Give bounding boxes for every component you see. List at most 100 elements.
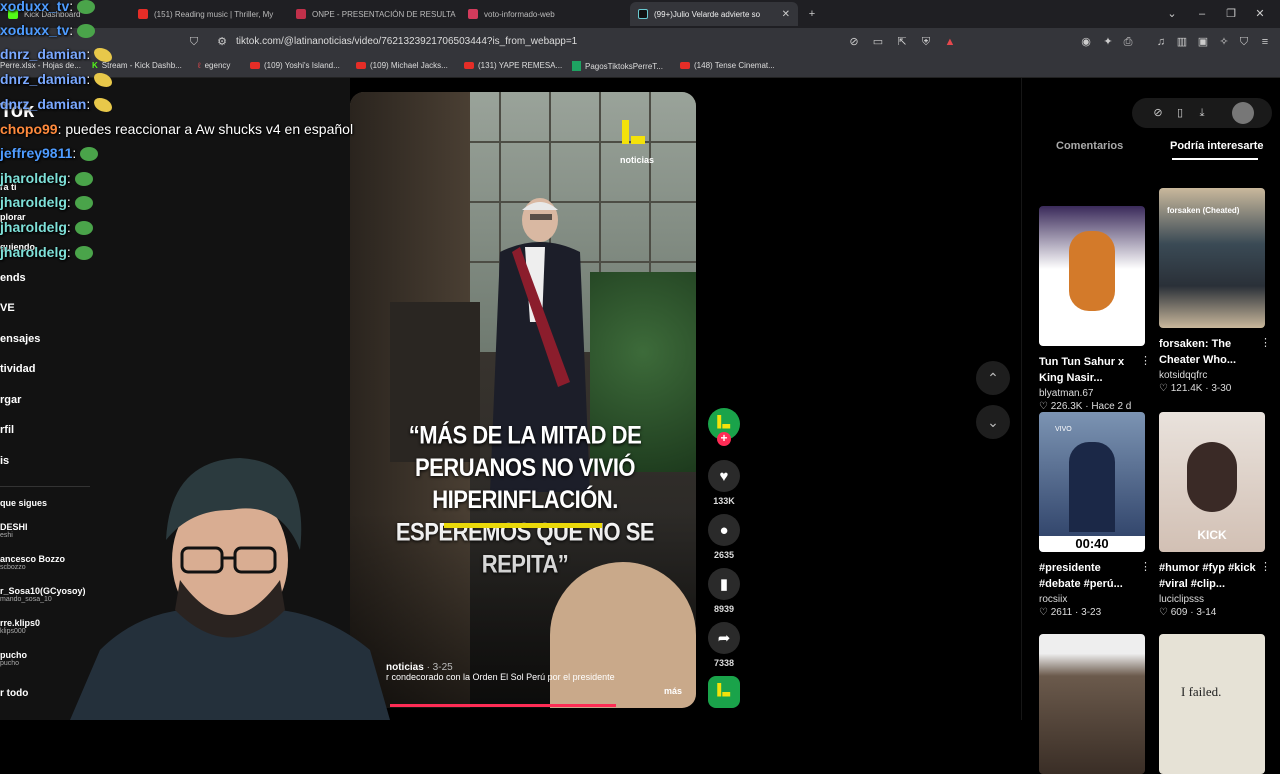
nav-live[interactable]: VE: [0, 302, 15, 314]
profile-avatar[interactable]: [1232, 102, 1254, 124]
video-thumbnail[interactable]: I failed.: [1159, 634, 1265, 774]
tab-tiktok-active[interactable]: (99+)Julio Velarde advierte so ✕: [630, 2, 798, 26]
tab-suggested[interactable]: Podría interesarte: [1170, 140, 1264, 152]
butterfly-emote-icon: [94, 98, 113, 113]
bookmark-yoshi[interactable]: (109) Yoshi's Island...: [250, 61, 340, 70]
tab-voto-informado[interactable]: voto-informado-web: [460, 2, 630, 26]
brave-shield-icon[interactable]: ⛨: [920, 36, 932, 48]
extension-eye-icon[interactable]: ◉: [1080, 36, 1092, 48]
chat-username[interactable]: xoduxx_tv: [0, 22, 69, 38]
chat-username[interactable]: dnrz_damian: [0, 46, 86, 62]
extensions-puzzle-icon[interactable]: ✦: [1102, 36, 1114, 48]
restore-icon[interactable]: ❐: [1225, 8, 1237, 20]
share-icon[interactable]: ⇱: [896, 36, 908, 48]
video-thumbnail[interactable]: KICK: [1159, 412, 1265, 552]
video-thumbnail[interactable]: [1039, 206, 1145, 346]
heart-icon[interactable]: ♥: [708, 460, 740, 492]
download-icon[interactable]: ⤓: [1196, 107, 1208, 119]
next-video-chevron-down-icon[interactable]: ⌄: [976, 405, 1010, 439]
link-icon[interactable]: ⊘: [1152, 107, 1164, 119]
cast-icon[interactable]: ▭: [872, 36, 884, 48]
bookmark-perre-xlsx[interactable]: Perre.xlsx - Hojas de...: [0, 61, 81, 70]
more-options-icon[interactable]: ⋮: [1140, 354, 1151, 367]
music-disc-icon[interactable]: [708, 676, 740, 708]
bookmark-tense[interactable]: (148) Tense Cinemat...: [680, 61, 775, 70]
vpn-shield-icon[interactable]: ⛉: [1238, 36, 1250, 48]
no-tracking-icon[interactable]: ⊘: [848, 36, 860, 48]
previous-video-chevron-up-icon[interactable]: ⌃: [976, 361, 1010, 395]
suggested-video-card[interactable]: I failed.: [1159, 634, 1265, 774]
tab-reading-music[interactable]: (151) Reading music | Thriller, My: [130, 2, 280, 26]
share-arrow-icon[interactable]: ➦: [708, 622, 740, 654]
sidebar-toggle-icon[interactable]: ▥: [1176, 36, 1188, 48]
video-progress-bar[interactable]: [390, 704, 616, 707]
rewards-icon[interactable]: ▲: [944, 36, 956, 48]
creator-avatar[interactable]: +: [708, 408, 740, 454]
follow-plus-icon[interactable]: +: [717, 432, 731, 446]
bookmark-yape[interactable]: (131) YAPE REMESA...: [464, 61, 562, 70]
more-options-icon[interactable]: ⋮: [1260, 560, 1271, 573]
following-item[interactable]: rre.klips0 klips000: [0, 618, 40, 635]
suggested-video-card[interactable]: VIVO 00:40 #presidente #debate #perú... …: [1039, 412, 1151, 618]
tab-comments[interactable]: Comentarios: [1056, 140, 1123, 152]
chat-username[interactable]: jharoldelg: [0, 170, 67, 186]
chat-username[interactable]: dnrz_damian: [0, 71, 86, 87]
suggested-video-card[interactable]: forsaken (Cheated) forsaken: The Cheater…: [1159, 188, 1271, 394]
close-tab-icon[interactable]: ✕: [782, 9, 790, 20]
screenshot-icon[interactable]: ⎙: [1122, 36, 1134, 48]
chat-username[interactable]: xoduxx_tv: [0, 0, 69, 14]
more-options-icon[interactable]: ⋮: [1140, 560, 1151, 573]
chat-username[interactable]: chopo99: [0, 121, 58, 137]
video-thumbnail[interactable]: [1039, 634, 1145, 774]
bookmark-michael[interactable]: (109) Michael Jacks...: [356, 61, 448, 70]
sound-disc[interactable]: [708, 676, 740, 708]
video-player[interactable]: noticias “MÁS DE LA MITAD DE PERUANOS NO…: [350, 92, 696, 708]
like-action[interactable]: ♥ 133K: [708, 460, 740, 506]
close-window-icon[interactable]: ✕: [1254, 8, 1266, 20]
bookmark-icon[interactable]: ⛉: [188, 36, 200, 48]
caption-more-link[interactable]: más: [664, 686, 682, 696]
site-info-icon[interactable]: ⚙: [216, 36, 228, 48]
nav-messages[interactable]: ensajes: [0, 333, 40, 345]
nav-profile[interactable]: rfil: [0, 424, 14, 436]
chat-username[interactable]: dnrz_damian: [0, 96, 86, 112]
following-handle: eshi: [0, 532, 13, 539]
bookmark-egency[interactable]: ℓ egency: [198, 61, 230, 70]
more-options-icon[interactable]: ⋮: [1260, 336, 1271, 349]
suggested-video-card[interactable]: [1039, 634, 1145, 774]
ai-icon[interactable]: ✧: [1218, 36, 1230, 48]
suggested-video-card[interactable]: KICK #humor #fyp #kick #viral #clip... l…: [1159, 412, 1271, 618]
see-all-link[interactable]: r todo: [0, 688, 28, 699]
chat-username[interactable]: jharoldelg: [0, 219, 67, 235]
nav-upload[interactable]: rgar: [0, 394, 21, 406]
minimize-icon[interactable]: –: [1196, 8, 1208, 20]
comment-icon[interactable]: ●: [708, 514, 740, 546]
nav-friends[interactable]: ends: [0, 272, 26, 284]
music-icon[interactable]: ♫: [1155, 36, 1167, 48]
share-action[interactable]: ➦ 7338: [708, 622, 740, 668]
phone-icon[interactable]: ▯: [1174, 107, 1186, 119]
following-item[interactable]: pucho pucho: [0, 650, 27, 667]
new-tab-icon[interactable]: +: [806, 8, 818, 20]
chat-username[interactable]: jharoldelg: [0, 194, 67, 210]
following-item[interactable]: ancesco Bozzo scbozzo: [0, 554, 65, 571]
wallet-icon[interactable]: ▣: [1197, 36, 1209, 48]
bookmark-pagos[interactable]: PagosTiktoksPerreT...: [572, 61, 663, 71]
url-field[interactable]: tiktok.com/@latinanoticias/video/7621323…: [236, 36, 577, 47]
nav-activity[interactable]: tividad: [0, 363, 35, 375]
video-thumbnail[interactable]: forsaken (Cheated): [1159, 188, 1265, 328]
comment-action[interactable]: ● 2635: [708, 514, 740, 560]
chat-username[interactable]: jharoldelg: [0, 244, 67, 260]
chat-message: xoduxx_tv:: [0, 22, 96, 39]
tab-list-chevron-icon[interactable]: ⌄: [1166, 8, 1178, 20]
save-action[interactable]: ▮ 8939: [708, 568, 740, 614]
bookmark-save-icon[interactable]: ▮: [708, 568, 740, 600]
suggested-video-card[interactable]: Tun Tun Sahur x King Nasir... blyatman.6…: [1039, 206, 1151, 412]
tab-onpe[interactable]: ONPE - PRESENTACIÓN DE RESULTA: [288, 2, 458, 26]
chat-username[interactable]: jeffrey9811: [0, 145, 72, 161]
video-thumbnail[interactable]: VIVO 00:40: [1039, 412, 1145, 552]
bookmark-kick-stream[interactable]: K Stream - Kick Dashb...: [92, 61, 182, 70]
menu-icon[interactable]: ≡: [1259, 36, 1271, 48]
following-item[interactable]: DESHI eshi: [0, 522, 28, 539]
nav-more[interactable]: is: [0, 455, 9, 467]
